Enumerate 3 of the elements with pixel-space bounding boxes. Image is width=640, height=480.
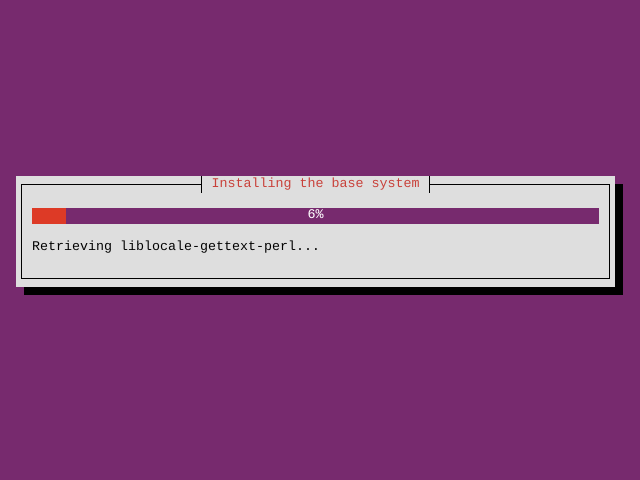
progress-percentage: 6% [306, 208, 324, 224]
status-message: Retrieving liblocale-gettext-perl... [32, 239, 321, 257]
dialog-title: Installing the base system [200, 176, 430, 193]
